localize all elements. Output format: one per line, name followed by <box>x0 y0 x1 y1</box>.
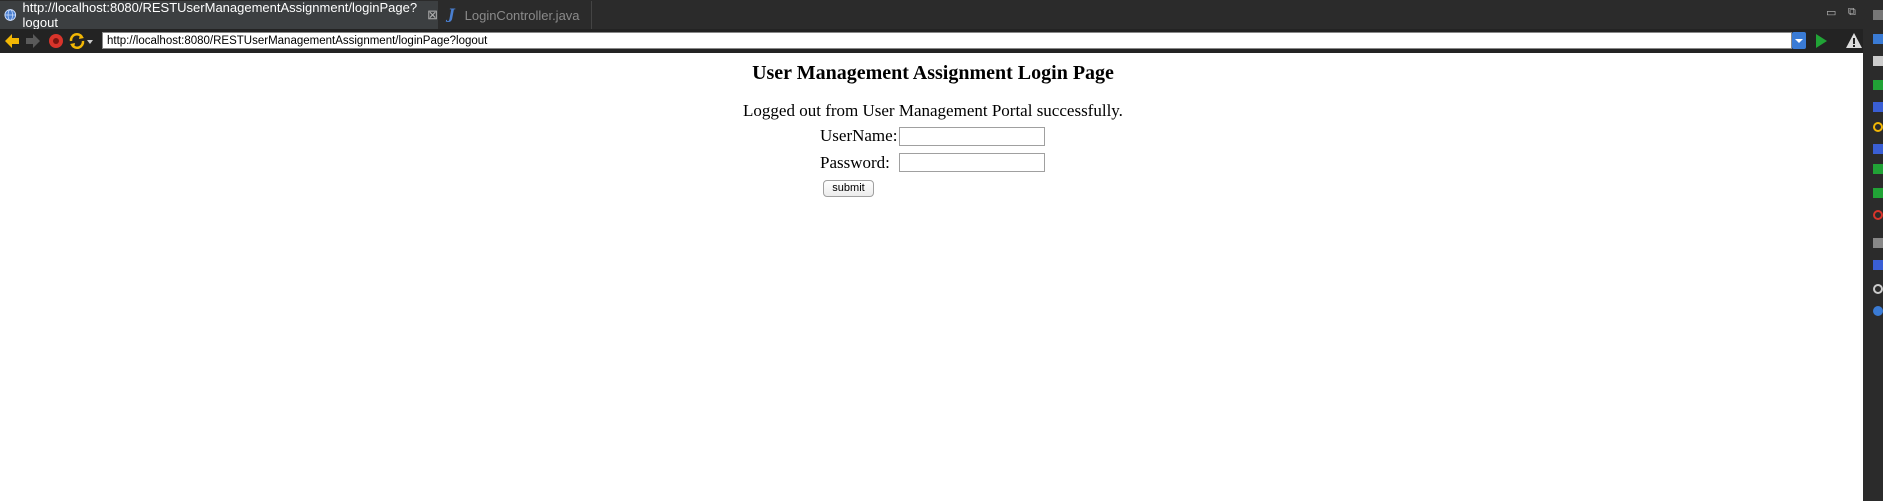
console-icon[interactable] <box>1873 102 1883 112</box>
minimize-icon[interactable]: ▭ <box>1826 6 1836 19</box>
progress-icon[interactable] <box>1873 284 1883 294</box>
forward-arrow-icon[interactable] <box>24 32 42 50</box>
page-content: User Management Assignment Login Page Lo… <box>0 53 1863 501</box>
go-icon[interactable] <box>1812 32 1830 50</box>
url-history-dropdown[interactable] <box>1792 32 1806 49</box>
tab-login-page[interactable]: http://localhost:8080/RESTUserManagement… <box>0 0 438 30</box>
refresh-icon[interactable] <box>68 32 86 50</box>
junit-icon[interactable] <box>1873 164 1883 174</box>
servers-icon[interactable] <box>1873 144 1883 154</box>
page-title: User Management Assignment Login Page <box>752 62 1114 84</box>
java-file-icon: J <box>448 7 455 23</box>
tab-label: LoginController.java <box>464 7 580 23</box>
search-icon[interactable] <box>1873 122 1883 132</box>
password-label: Password: <box>820 153 890 172</box>
outline-icon[interactable] <box>1873 34 1883 44</box>
tab-label: http://localhost:8080/RESTUserManagement… <box>22 0 418 30</box>
history-icon[interactable] <box>1873 260 1883 270</box>
git-icon[interactable] <box>1873 188 1883 198</box>
restore-icon[interactable] <box>1873 10 1883 20</box>
side-toolbar <box>1863 0 1883 501</box>
warning-icon[interactable] <box>1845 32 1863 50</box>
back-arrow-icon[interactable] <box>3 32 21 50</box>
close-icon[interactable]: ⊠ <box>427 7 438 23</box>
stop-icon[interactable] <box>47 32 65 50</box>
url-input[interactable] <box>102 32 1792 49</box>
username-label: UserName: <box>820 126 898 145</box>
debug-icon[interactable] <box>1873 306 1883 316</box>
error-log-icon[interactable] <box>1873 210 1883 220</box>
chevron-down-icon <box>1795 39 1803 43</box>
tab-login-controller[interactable]: J LoginController.java <box>438 1 592 29</box>
snippets-icon[interactable] <box>1873 238 1883 248</box>
chevron-down-icon[interactable] <box>85 32 95 50</box>
restore-icon[interactable]: ⧉ <box>1848 6 1856 19</box>
submit-button[interactable]: submit <box>823 180 874 197</box>
password-field[interactable] <box>899 153 1045 172</box>
list-icon[interactable] <box>1873 56 1883 66</box>
globe-icon <box>4 9 17 21</box>
tasks-icon[interactable] <box>1873 80 1883 90</box>
username-field[interactable] <box>899 127 1045 146</box>
logout-message: Logged out from User Management Portal s… <box>743 101 1123 120</box>
tab-bar: http://localhost:8080/RESTUserManagement… <box>0 0 1883 30</box>
browser-toolbar <box>0 29 1883 53</box>
